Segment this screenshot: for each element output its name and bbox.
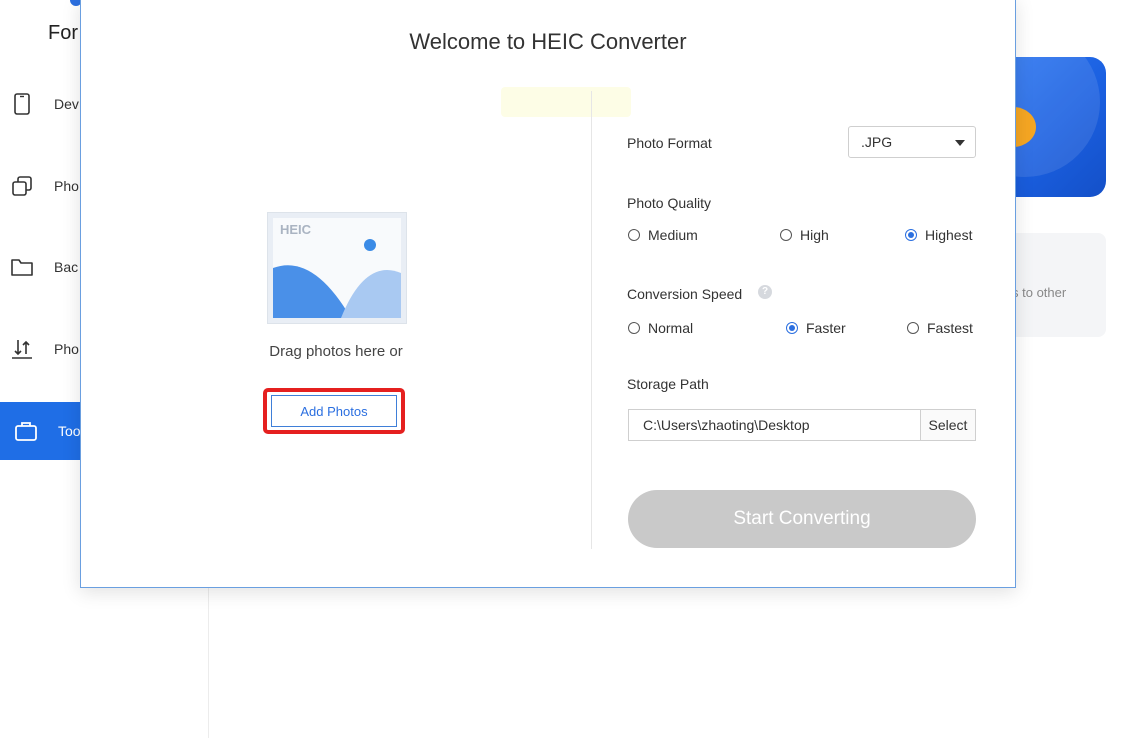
photo-format-select[interactable]: .JPG xyxy=(848,126,976,158)
sidebar-item-label: Bac xyxy=(54,259,79,275)
radio-circle xyxy=(628,229,640,241)
copy-icon xyxy=(12,176,32,196)
dialog-title: Welcome to HEIC Converter xyxy=(409,29,687,54)
radio-circle xyxy=(786,322,798,334)
quality-high-radio[interactable]: High xyxy=(780,227,829,243)
tool-card-text: s to other xyxy=(1012,285,1067,300)
storage-path-label: Storage Path xyxy=(627,376,709,392)
folder-icon xyxy=(11,259,33,276)
radio-label: Medium xyxy=(648,227,698,243)
radio-label: Normal xyxy=(648,320,694,336)
start-converting-button[interactable]: Start Converting xyxy=(628,490,976,548)
sidebar-item-label: Dev xyxy=(54,96,79,112)
storage-path-input[interactable] xyxy=(628,409,920,441)
photo-format-value: .JPG xyxy=(861,134,893,150)
heic-label: HEIC xyxy=(280,222,312,237)
faded-highlight xyxy=(501,87,631,117)
photo-quality-label: Photo Quality xyxy=(627,195,712,211)
radio-label: High xyxy=(800,227,829,243)
radio-circle xyxy=(628,322,640,334)
chevron-down-icon xyxy=(955,140,965,146)
select-path-button[interactable]: Select xyxy=(920,409,976,441)
help-icon[interactable]: ? xyxy=(758,285,772,299)
radio-circle xyxy=(905,229,917,241)
add-photos-button[interactable]: Add Photos xyxy=(271,395,397,427)
radio-label: Faster xyxy=(806,320,846,336)
speed-faster-radio[interactable]: Faster xyxy=(786,320,846,336)
heic-image-icon: HEIC xyxy=(267,212,407,324)
speed-fastest-radio[interactable]: Fastest xyxy=(907,320,973,336)
quality-medium-radio[interactable]: Medium xyxy=(628,227,698,243)
highlight-box: Add Photos xyxy=(263,388,405,434)
sidebar-item-label: Pho xyxy=(54,341,79,357)
quality-highest-radio[interactable]: Highest xyxy=(905,227,972,243)
radio-circle xyxy=(780,229,792,241)
panel-divider xyxy=(591,91,592,549)
conversion-speed-label: Conversion Speed xyxy=(627,286,743,302)
speed-normal-radio[interactable]: Normal xyxy=(628,320,693,336)
phone-icon xyxy=(14,93,30,115)
photo-format-label: Photo Format xyxy=(627,135,712,151)
drag-hint: Drag photos here or xyxy=(269,343,403,360)
brand-title: For xyxy=(48,22,78,44)
radio-circle xyxy=(907,322,919,334)
heic-converter-dialog: Welcome to HEIC Converter HEIC Drag phot… xyxy=(80,0,1016,588)
sidebar-item-label: Pho xyxy=(54,178,79,194)
transfer-icon xyxy=(12,340,32,359)
toolbox-icon xyxy=(15,422,37,441)
sidebar-item-label: Too xyxy=(58,423,81,439)
radio-label: Fastest xyxy=(927,320,973,336)
radio-label: Highest xyxy=(925,227,973,243)
